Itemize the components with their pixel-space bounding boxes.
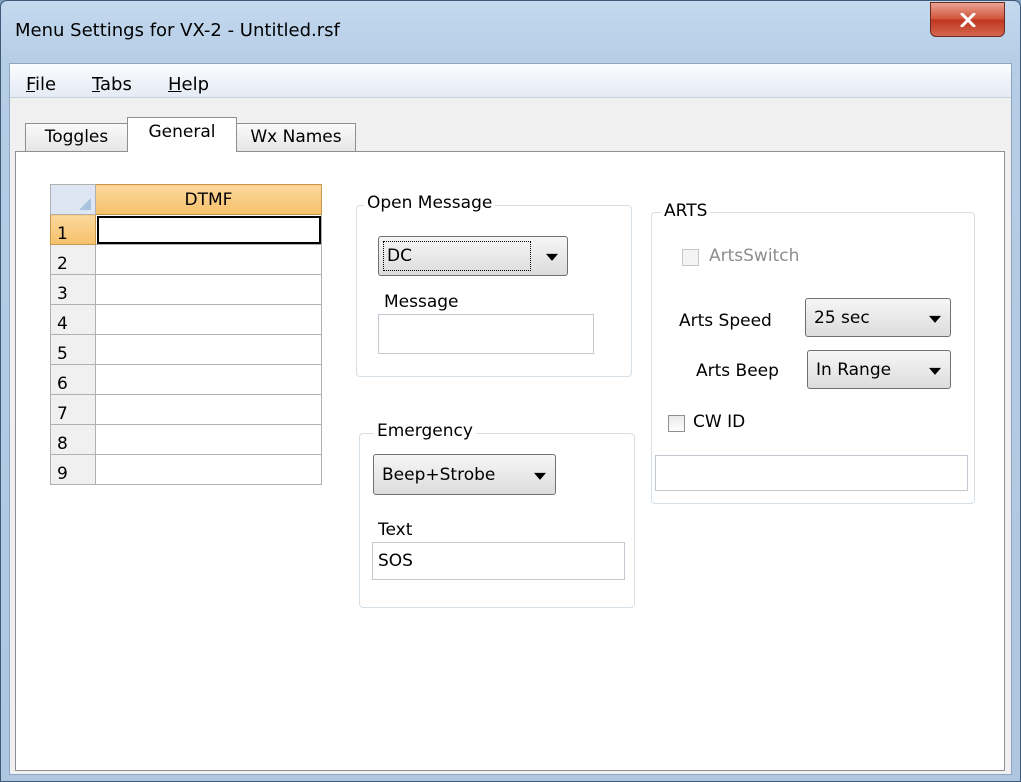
table-row: 7 (50, 394, 322, 425)
text-label: Text (378, 520, 413, 540)
emergency-select-value: Beep+Strobe (382, 464, 496, 485)
menu-tabs-accel: T (92, 74, 101, 95)
arts-switch-label: ArtsSwitch (709, 246, 800, 266)
cw-id-label: CW ID (693, 412, 746, 432)
tab-wx-names-label: Wx Names (250, 127, 342, 147)
message-field[interactable] (378, 314, 594, 354)
menu-help[interactable]: Help (168, 74, 209, 95)
dtmf-grid: DTMF 1 2 3 4 5 6 7 8 9 (50, 184, 322, 485)
dtmf-cell[interactable] (95, 394, 322, 425)
emergency-group-label: Emergency (374, 421, 476, 441)
table-row: 5 (50, 334, 322, 365)
arts-beep-select[interactable]: In Range (807, 350, 951, 389)
select-all-icon (79, 198, 91, 210)
dtmf-cell[interactable] (95, 424, 322, 455)
dtmf-cell[interactable] (95, 454, 322, 485)
table-row: 1 (50, 214, 322, 245)
close-icon (960, 13, 976, 27)
cw-id-checkbox[interactable] (668, 415, 685, 432)
chevron-down-icon (929, 367, 941, 375)
row-header[interactable]: 9 (50, 454, 96, 485)
tab-toggles[interactable]: Toggles (25, 123, 128, 152)
row-header[interactable]: 6 (50, 364, 96, 395)
arts-group-label: ARTS (661, 201, 711, 221)
menu-help-label: elp (181, 74, 210, 95)
row-header[interactable]: 1 (50, 214, 96, 245)
open-message-select-value: DC (387, 246, 412, 266)
arts-switch-checkbox[interactable] (682, 249, 699, 266)
menu-tabs-label: abs (100, 74, 132, 95)
dtmf-cell[interactable] (95, 334, 322, 365)
row-header[interactable]: 4 (50, 304, 96, 335)
grid-column-header-dtmf[interactable]: DTMF (95, 184, 322, 215)
row-header[interactable]: 2 (50, 244, 96, 275)
window-title: Menu Settings for VX-2 - Untitled.rsf (15, 20, 340, 41)
emergency-text-field[interactable]: SOS (372, 542, 625, 580)
dtmf-cell[interactable] (95, 364, 322, 395)
menu-file-label: ile (35, 74, 57, 95)
open-message-select[interactable]: DC (378, 236, 568, 276)
chevron-down-icon (929, 315, 941, 323)
row-header[interactable]: 7 (50, 394, 96, 425)
cw-id-field[interactable] (655, 455, 968, 491)
arts-speed-select[interactable]: 25 sec (805, 298, 951, 337)
dtmf-cell[interactable] (95, 244, 322, 275)
tab-general-label: General (148, 122, 216, 142)
close-button[interactable] (930, 2, 1005, 37)
grid-header-row: DTMF (50, 184, 322, 215)
tab-general[interactable]: General (127, 117, 237, 152)
title-bar[interactable]: Menu Settings for VX-2 - Untitled.rsf (1, 1, 1020, 63)
menu-help-accel: H (168, 74, 182, 95)
grid-select-all-corner[interactable] (50, 184, 96, 215)
table-row: 4 (50, 304, 322, 335)
menu-file[interactable]: File (26, 74, 56, 95)
open-message-group-label: Open Message (364, 193, 496, 213)
arts-speed-value: 25 sec (814, 307, 870, 328)
menu-bar: File Tabs Help (10, 64, 1011, 98)
row-header[interactable]: 3 (50, 274, 96, 305)
row-header[interactable]: 5 (50, 334, 96, 365)
row-header[interactable]: 8 (50, 424, 96, 455)
table-row: 8 (50, 424, 322, 455)
tab-wx-names[interactable]: Wx Names (236, 123, 356, 152)
dtmf-cell[interactable] (95, 304, 322, 335)
table-row: 3 (50, 274, 322, 305)
dtmf-cell[interactable] (95, 214, 322, 245)
settings-window: Menu Settings for VX-2 - Untitled.rsf Fi… (0, 0, 1021, 782)
menu-file-accel: F (26, 74, 36, 95)
chevron-down-icon (534, 472, 546, 480)
arts-speed-label: Arts Speed (679, 311, 772, 331)
arts-beep-value: In Range (816, 359, 892, 380)
table-row: 9 (50, 454, 322, 485)
table-row: 2 (50, 244, 322, 275)
dtmf-cell[interactable] (95, 274, 322, 305)
chevron-down-icon (546, 253, 558, 261)
table-row: 6 (50, 364, 322, 395)
client-area: File Tabs Help Toggles General Wx Names … (9, 63, 1012, 775)
menu-tabs[interactable]: Tabs (92, 74, 132, 95)
arts-beep-label: Arts Beep (696, 361, 779, 381)
tab-toggles-label: Toggles (44, 127, 109, 147)
message-label: Message (384, 292, 459, 312)
emergency-select[interactable]: Beep+Strobe (373, 454, 556, 495)
